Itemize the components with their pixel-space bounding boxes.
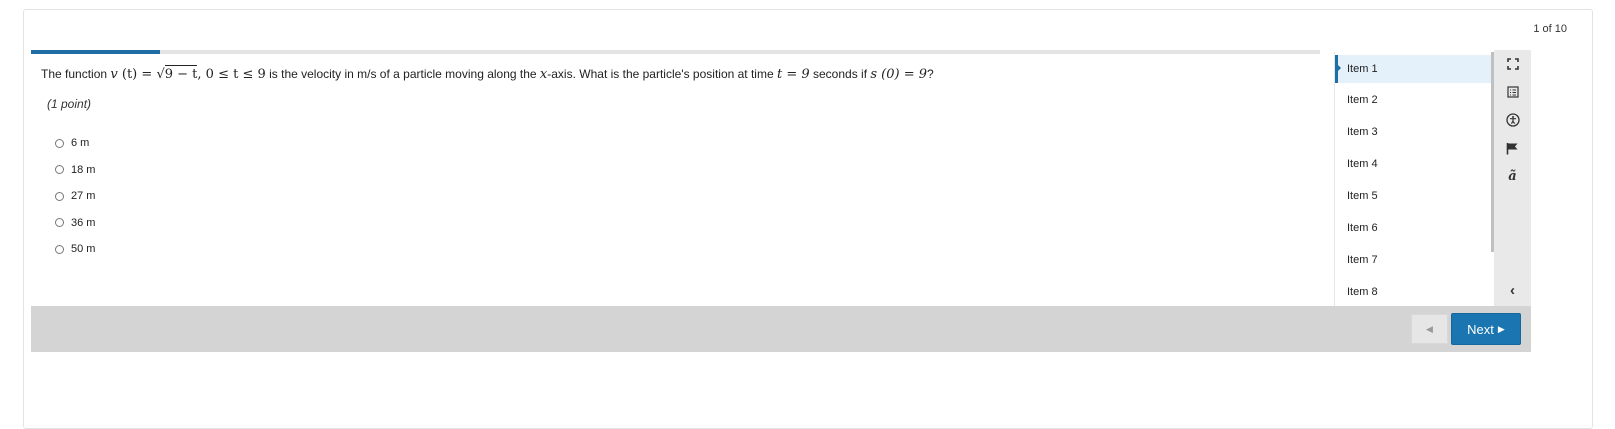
answer-option[interactable]: 18 m	[55, 157, 95, 184]
footer-bar	[31, 306, 1531, 352]
item-nav-7[interactable]: Item 7	[1335, 244, 1491, 276]
item-nav-2[interactable]: Item 2	[1335, 84, 1491, 116]
radio-button[interactable]	[55, 244, 64, 254]
item-nav-3[interactable]: Item 3	[1335, 116, 1491, 148]
progress-bar	[31, 50, 1320, 54]
next-button[interactable]: Next ▶	[1451, 313, 1521, 345]
tool-sidebar: ã ‹	[1494, 50, 1531, 306]
item-navigator: Item 1 Item 2 Item 3 Item 4 Item 5 Item …	[1334, 52, 1491, 306]
answer-option[interactable]: 6 m	[55, 130, 95, 157]
item-nav-1[interactable]: Item 1	[1335, 55, 1491, 83]
question-prefix: The function	[41, 67, 108, 81]
flag-icon[interactable]	[1494, 136, 1531, 160]
radicand: 9 − t	[164, 65, 198, 82]
progress-fill	[31, 50, 160, 54]
point-value: (1 point)	[47, 97, 92, 111]
reference-sheet-icon[interactable]	[1494, 80, 1531, 104]
next-arrow-icon: ▶	[1497, 323, 1505, 334]
answer-option[interactable]: 50 m	[55, 236, 95, 263]
item-counter: 1 of 10	[1533, 23, 1567, 35]
radio-button[interactable]	[55, 138, 64, 148]
answer-options: 6 m 18 m 27 m 36 m 50 m	[55, 130, 95, 263]
answer-option[interactable]: 27 m	[55, 183, 95, 210]
question-text: The function v (t) = √9 − t, 0 ≤ t ≤ 9 i…	[41, 65, 934, 82]
previous-button[interactable]: ◀	[1411, 314, 1448, 344]
collapse-icon[interactable]: ‹	[1494, 278, 1531, 302]
radio-button[interactable]	[55, 191, 64, 201]
answer-option[interactable]: 36 m	[55, 210, 95, 237]
item-nav-8[interactable]: Item 8	[1335, 276, 1491, 306]
time-expression: t = 9	[777, 67, 810, 82]
radio-button[interactable]	[55, 165, 64, 175]
next-label: Next	[1467, 321, 1494, 337]
initial-condition: s (0) = 9	[870, 67, 928, 82]
item-nav-4[interactable]: Item 4	[1335, 148, 1491, 180]
translate-icon[interactable]: ã	[1494, 164, 1531, 188]
item-nav-5[interactable]: Item 5	[1335, 180, 1491, 212]
accessibility-icon[interactable]	[1494, 108, 1531, 132]
radio-button[interactable]	[55, 218, 64, 228]
fullscreen-icon[interactable]	[1494, 52, 1531, 76]
previous-arrow-icon: ◀	[1426, 323, 1433, 334]
function-expression: v (t) = √9 − t, 0 ≤ t ≤ 9	[110, 65, 266, 82]
item-nav-6[interactable]: Item 6	[1335, 212, 1491, 244]
